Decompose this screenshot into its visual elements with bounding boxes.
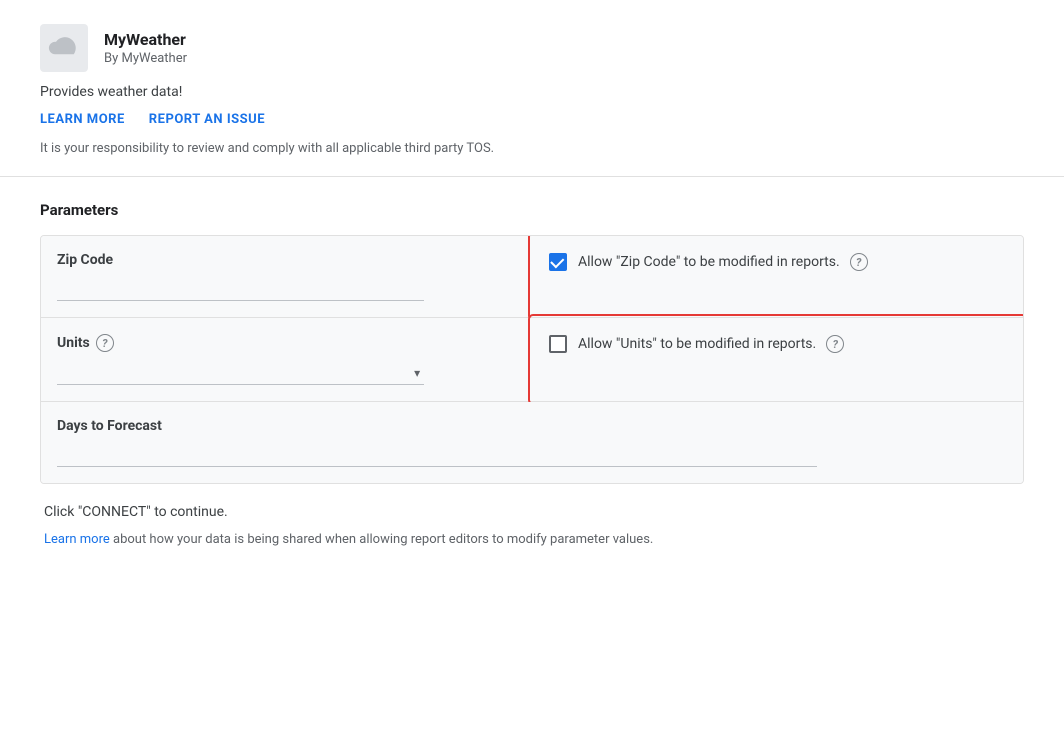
param-row-units: Units ? Imperial Metric ▾ — [41, 318, 1023, 402]
param-left-zip-code: Zip Code — [41, 236, 532, 317]
units-allow-text: Allow "Units" to be modified in reports. — [578, 336, 816, 352]
param-row-days-to-forecast: Days to Forecast — [41, 402, 1023, 483]
param-row-zip-code: Zip Code Allow "Zip Code" to be modified… — [41, 236, 1023, 318]
app-description: Provides weather data! — [40, 84, 1024, 100]
units-label: Units ? — [57, 334, 516, 352]
param-right-units: Allow "Units" to be modified in reports.… — [532, 318, 1023, 401]
divider — [0, 176, 1064, 177]
app-links: LEARN MORE REPORT AN ISSUE — [40, 112, 1024, 127]
footer-section: Click "CONNECT" to continue. Learn more … — [40, 504, 1024, 547]
footer-learn-more-link[interactable]: Learn more — [44, 532, 110, 547]
units-label-help-icon[interactable]: ? — [96, 334, 114, 352]
zip-code-label: Zip Code — [57, 252, 516, 268]
days-input[interactable] — [57, 442, 817, 467]
app-header: MyWeather By MyWeather — [40, 24, 1024, 72]
app-by: By MyWeather — [104, 51, 187, 66]
param-left-days: Days to Forecast — [41, 402, 1023, 483]
days-label: Days to Forecast — [57, 418, 1007, 434]
parameters-title: Parameters — [40, 201, 1024, 219]
units-select[interactable]: Imperial Metric — [57, 360, 424, 385]
units-checkbox-unchecked — [549, 335, 567, 353]
parameters-container: Zip Code Allow "Zip Code" to be modified… — [40, 235, 1024, 484]
zip-code-allow-text: Allow "Zip Code" to be modified in repor… — [578, 254, 840, 270]
units-select-wrapper: Imperial Metric ▾ — [57, 360, 424, 385]
zip-code-checkbox-checked — [549, 253, 567, 271]
app-name: MyWeather — [104, 30, 187, 49]
app-icon — [40, 24, 88, 72]
zip-code-checkbox[interactable] — [548, 252, 568, 272]
report-issue-link[interactable]: REPORT AN ISSUE — [149, 112, 265, 127]
param-left-units: Units ? Imperial Metric ▾ — [41, 318, 532, 401]
units-allow-help-icon[interactable]: ? — [826, 335, 844, 353]
units-checkbox[interactable] — [548, 334, 568, 354]
learn-more-link[interactable]: LEARN MORE — [40, 112, 125, 127]
footer-suffix: about how your data is being shared when… — [110, 532, 654, 547]
connect-text: Click "CONNECT" to continue. — [44, 504, 1020, 520]
zip-code-allow-row: Allow "Zip Code" to be modified in repor… — [548, 252, 1007, 272]
zip-code-input[interactable] — [57, 276, 424, 301]
units-allow-row: Allow "Units" to be modified in reports.… — [548, 334, 1007, 354]
zip-code-help-icon[interactable]: ? — [850, 253, 868, 271]
tos-text: It is your responsibility to review and … — [40, 141, 1024, 156]
app-title-block: MyWeather By MyWeather — [104, 30, 187, 66]
param-right-zip-code: Allow "Zip Code" to be modified in repor… — [532, 236, 1023, 317]
footer-learn-more-text: Learn more about how your data is being … — [44, 532, 1020, 547]
